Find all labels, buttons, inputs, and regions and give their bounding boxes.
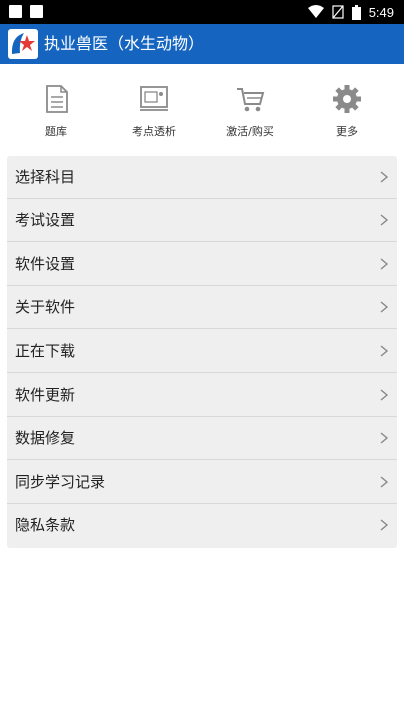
- chevron-right-icon: [380, 432, 389, 444]
- app-logo-icon: [8, 29, 38, 59]
- menu-item-label: 隐私条款: [15, 516, 76, 534]
- gear-icon: [333, 85, 361, 113]
- menu-item-privacy-policy[interactable]: 隐私条款: [7, 504, 397, 547]
- status-time: 5:49: [368, 4, 394, 20]
- app-header: 执业兽医（水生动物）: [0, 24, 404, 64]
- presentation-icon: [140, 86, 168, 111]
- chevron-right-icon: [380, 301, 389, 313]
- document-icon: [46, 85, 68, 113]
- tool-activate-buy[interactable]: 激活/购买: [200, 76, 300, 146]
- chevron-right-icon: [380, 171, 389, 183]
- menu-item-sync-records[interactable]: 同步学习记录: [7, 461, 397, 504]
- menu-item-label: 数据修复: [15, 429, 76, 447]
- chevron-right-icon: [380, 519, 389, 531]
- menu-item-software-settings[interactable]: 软件设置: [7, 243, 397, 286]
- tool-question-bank[interactable]: 题库: [6, 76, 106, 146]
- wifi-icon: [307, 5, 324, 18]
- chevron-right-icon: [380, 389, 389, 401]
- menu-item-label: 选择科目: [15, 168, 76, 186]
- menu-item-label: 同步学习记录: [15, 473, 106, 491]
- chevron-right-icon: [380, 258, 389, 270]
- menu-item-data-repair[interactable]: 数据修复: [7, 417, 397, 460]
- menu-item-label: 软件设置: [15, 255, 76, 273]
- top-toolbar: 题库 考点透析 激活/购买 更多: [0, 76, 404, 146]
- signal-icon: [332, 5, 344, 19]
- menu-item-label: 考试设置: [15, 211, 76, 229]
- chevron-right-icon: [380, 345, 389, 357]
- notification-icon: [9, 5, 22, 18]
- cart-icon: [237, 88, 265, 112]
- settings-menu: 选择科目 考试设置 软件设置 关于软件 正在下载 软件更新 数据修复 同步学习记…: [7, 156, 397, 548]
- tool-label: 题库: [45, 125, 67, 138]
- tool-label: 考点透析: [132, 125, 176, 138]
- chevron-right-icon: [380, 214, 389, 226]
- tool-more[interactable]: 更多: [297, 76, 397, 146]
- menu-item-exam-settings[interactable]: 考试设置: [7, 199, 397, 242]
- menu-item-downloading[interactable]: 正在下载: [7, 330, 397, 373]
- tool-label: 激活/购买: [226, 125, 274, 138]
- battery-icon: [351, 4, 361, 20]
- status-bar: 5:49: [0, 0, 404, 24]
- menu-item-label: 正在下载: [15, 342, 76, 360]
- menu-item-software-update[interactable]: 软件更新: [7, 374, 397, 417]
- tool-label: 更多: [336, 125, 358, 138]
- menu-item-label: 软件更新: [15, 386, 76, 404]
- notification-icon: [30, 5, 43, 18]
- menu-item-about[interactable]: 关于软件: [7, 286, 397, 329]
- page-title: 执业兽医（水生动物）: [44, 34, 205, 53]
- menu-item-select-subject[interactable]: 选择科目: [7, 156, 397, 199]
- tool-key-points[interactable]: 考点透析: [104, 76, 204, 146]
- chevron-right-icon: [380, 476, 389, 488]
- menu-item-label: 关于软件: [15, 298, 76, 316]
